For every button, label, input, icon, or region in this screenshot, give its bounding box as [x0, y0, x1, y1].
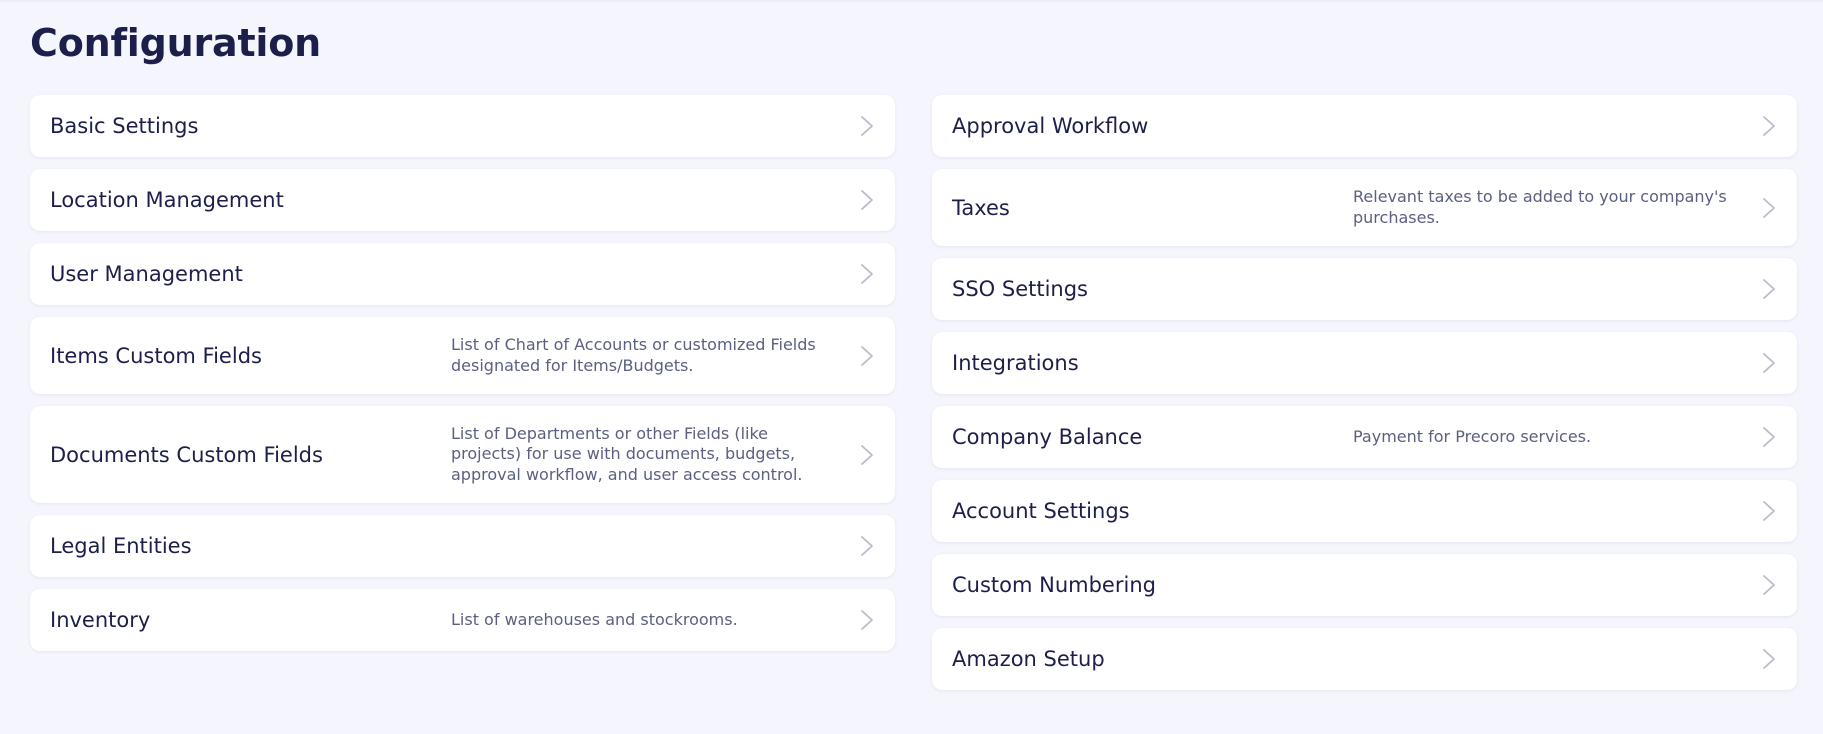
settings-card-label: Account Settings [952, 499, 1130, 523]
chevron-right-icon [859, 608, 875, 632]
settings-card-description: List of warehouses and stockrooms. [451, 609, 738, 629]
settings-card-label: Integrations [952, 351, 1079, 375]
chevron-right-icon [1761, 114, 1777, 138]
settings-card-documents-custom-fields[interactable]: Documents Custom Fields List of Departme… [30, 406, 895, 503]
settings-card-description: Payment for Precoro services. [1353, 426, 1592, 446]
settings-columns: Basic Settings Location Management User … [30, 95, 1798, 690]
settings-card-label: Inventory [50, 608, 151, 632]
settings-card-basic-settings[interactable]: Basic Settings [30, 95, 895, 157]
top-shadow [0, 0, 1823, 3]
settings-card-account-settings[interactable]: Account Settings [932, 480, 1797, 542]
settings-card-items-custom-fields[interactable]: Items Custom Fields List of Chart of Acc… [30, 317, 895, 394]
settings-card-description: Relevant taxes to be added to your compa… [1353, 187, 1727, 227]
chevron-right-icon [1761, 351, 1777, 375]
settings-card-label: Location Management [50, 188, 284, 212]
settings-card-sso-settings[interactable]: SSO Settings [932, 258, 1797, 320]
settings-card-user-management[interactable]: User Management [30, 243, 895, 305]
chevron-right-icon [1761, 499, 1777, 523]
settings-card-label: Amazon Setup [952, 647, 1105, 671]
chevron-right-icon [859, 344, 875, 368]
settings-card-label: Company Balance [952, 425, 1143, 449]
settings-card-inventory[interactable]: Inventory List of warehouses and stockro… [30, 589, 895, 651]
settings-card-label: Basic Settings [50, 114, 199, 138]
settings-card-company-balance[interactable]: Company Balance Payment for Precoro serv… [932, 406, 1797, 468]
settings-card-location-management[interactable]: Location Management [30, 169, 895, 231]
chevron-right-icon [1761, 277, 1777, 301]
settings-card-label: Custom Numbering [952, 573, 1156, 597]
settings-card-label: Taxes [952, 195, 1010, 220]
settings-card-amazon-setup[interactable]: Amazon Setup [932, 628, 1797, 690]
chevron-right-icon [1761, 425, 1777, 449]
settings-card-description: List of Chart of Accounts or customized … [451, 335, 816, 375]
settings-column-left: Basic Settings Location Management User … [30, 95, 895, 690]
settings-card-taxes[interactable]: Taxes Relevant taxes to be added to your… [932, 169, 1797, 246]
page-title: Configuration [30, 21, 321, 65]
settings-column-right: Approval Workflow Taxes Relevant taxes t… [932, 95, 1797, 690]
settings-card-description: List of Departments or other Fields (lik… [451, 423, 803, 484]
chevron-right-icon [859, 188, 875, 212]
chevron-right-icon [859, 262, 875, 286]
chevron-right-icon [1761, 196, 1777, 220]
chevron-right-icon [859, 443, 875, 467]
settings-card-label: SSO Settings [952, 277, 1088, 301]
settings-card-label: Approval Workflow [952, 114, 1149, 138]
chevron-right-icon [859, 114, 875, 138]
settings-card-legal-entities[interactable]: Legal Entities [30, 515, 895, 577]
chevron-right-icon [1761, 647, 1777, 671]
settings-card-approval-workflow[interactable]: Approval Workflow [932, 95, 1797, 157]
settings-card-label: Documents Custom Fields [50, 442, 323, 467]
settings-card-label: User Management [50, 262, 243, 286]
settings-card-label: Legal Entities [50, 534, 192, 558]
settings-card-custom-numbering[interactable]: Custom Numbering [932, 554, 1797, 616]
chevron-right-icon [859, 534, 875, 558]
chevron-right-icon [1761, 573, 1777, 597]
settings-card-integrations[interactable]: Integrations [932, 332, 1797, 394]
settings-card-label: Items Custom Fields [50, 343, 262, 368]
